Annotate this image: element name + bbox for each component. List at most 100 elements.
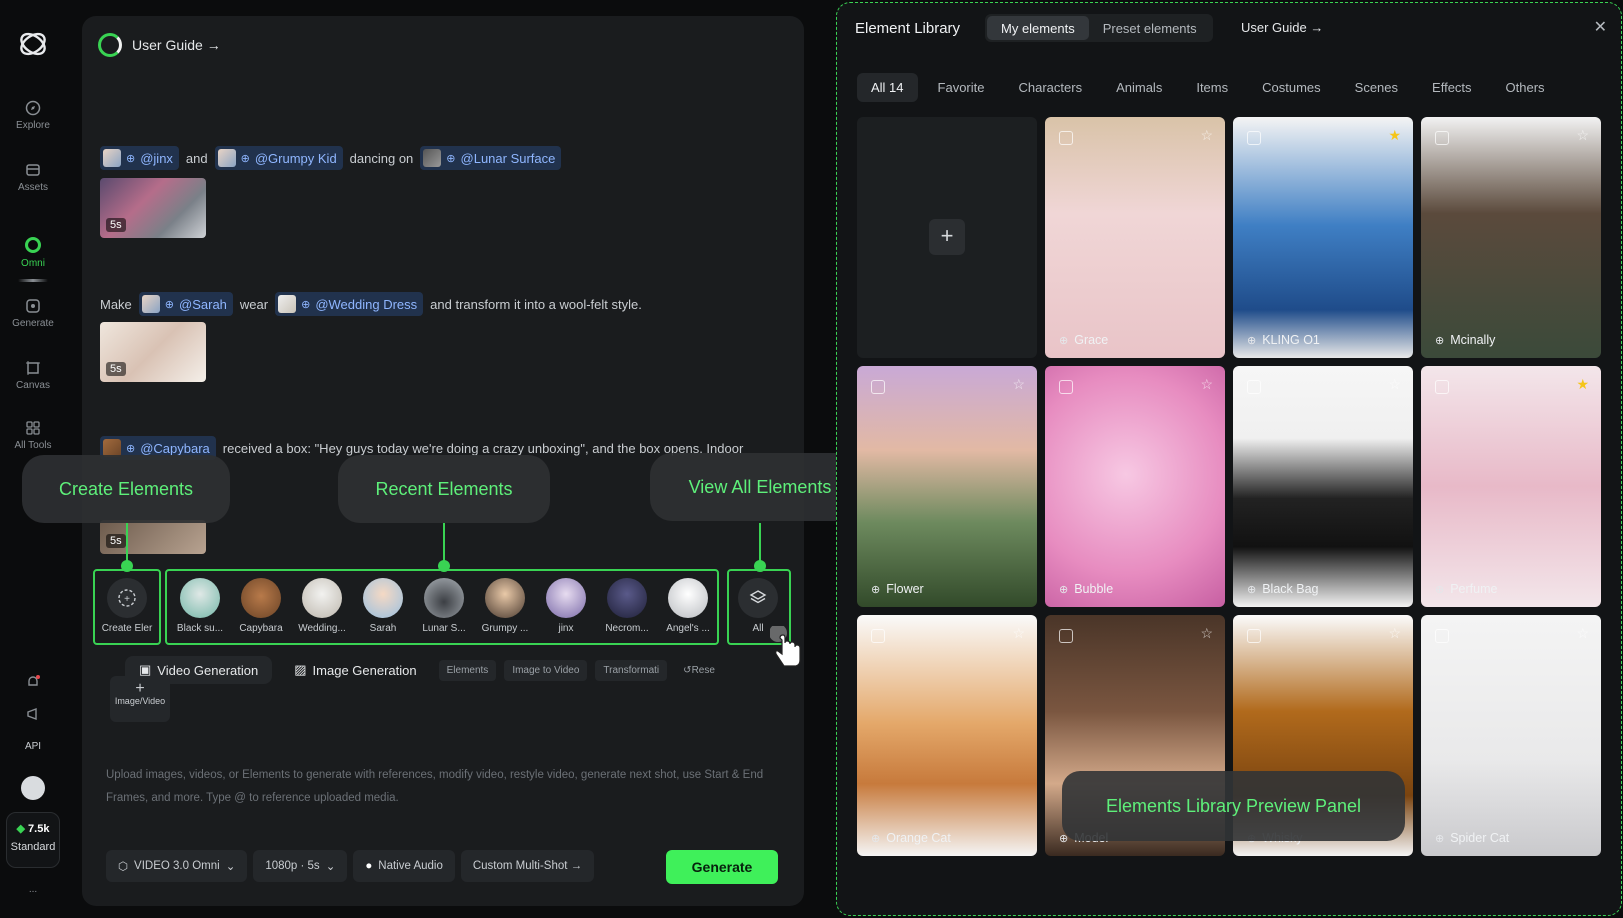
favorite-star-icon[interactable]: ☆ [1200, 625, 1213, 642]
element-card[interactable]: ☆ ⊕ Flower [857, 366, 1037, 607]
prompt-history-2[interactable]: Make ⊕ @Sarah wear ⊕ @Wedding Dress and tr… [100, 292, 642, 316]
filter-tab[interactable]: Favorite [924, 73, 999, 102]
recent-element-item[interactable]: Angel's ... [660, 578, 716, 634]
duration-badge: 5s [106, 534, 126, 548]
element-card[interactable]: ☆ ⊕ Bubble [1045, 366, 1225, 607]
select-checkbox[interactable] [871, 380, 885, 394]
strip-label: Black su... [176, 623, 224, 634]
element-chip-lunar-surface[interactable]: ⊕ @Lunar Surface [420, 146, 562, 170]
select-checkbox[interactable] [1247, 131, 1261, 145]
select-checkbox[interactable] [1435, 629, 1449, 643]
native-audio-toggle[interactable]: ● Native Audio [353, 850, 455, 882]
favorite-star-icon[interactable]: ☆ [1576, 127, 1589, 144]
select-checkbox[interactable] [1247, 629, 1261, 643]
select-checkbox[interactable] [1435, 380, 1449, 394]
element-card-label: Flower [886, 582, 924, 596]
model-select[interactable]: ⬡ VIDEO 3.0 Omni ⌄ [106, 850, 248, 882]
filter-tab[interactable]: Costumes [1248, 73, 1335, 102]
strip-label: Necrom... [605, 623, 649, 634]
prompt-input[interactable]: Upload images, videos, or Elements to ge… [106, 764, 766, 810]
nav-item-explore[interactable]: Explore [0, 100, 66, 131]
strip-label: Lunar S... [422, 623, 466, 634]
recent-element-item[interactable]: Necrom... [599, 578, 655, 634]
select-checkbox[interactable] [1247, 380, 1261, 394]
plus-icon[interactable]: + [929, 219, 965, 255]
nav-item-canvas[interactable]: Canvas [0, 360, 66, 391]
filter-tab[interactable]: Effects [1418, 73, 1486, 102]
nav-item-omni[interactable]: Omni [0, 236, 66, 269]
announcement-button[interactable] [0, 706, 66, 726]
element-chip-grumpy-kid[interactable]: ⊕ @Grumpy Kid [214, 146, 343, 170]
filter-tab[interactable]: Animals [1102, 73, 1176, 102]
mode-transformation[interactable]: Transformati [595, 659, 668, 681]
create-element-button[interactable]: + Create Eler [99, 578, 155, 634]
favorite-star-icon[interactable]: ★ [1576, 376, 1589, 393]
filter-tab[interactable]: Items [1182, 73, 1242, 102]
element-chip-wedding-dress[interactable]: ⊕ @Wedding Dress [275, 292, 424, 316]
favorite-star-icon[interactable]: ☆ [1012, 376, 1025, 393]
element-chip-sarah[interactable]: ⊕ @Sarah [138, 292, 233, 316]
nav-item-all-tools[interactable]: All Tools [0, 420, 66, 451]
element-card[interactable]: ★ ⊕ KLING O1 [1233, 117, 1413, 358]
select-checkbox[interactable] [1435, 131, 1449, 145]
notification-button[interactable] [0, 674, 66, 694]
result-video-thumbnail-2[interactable]: 5s [100, 322, 206, 382]
element-card[interactable]: ☆ ⊕ Grace [1045, 117, 1225, 358]
user-guide-link[interactable]: User Guide → [98, 33, 221, 57]
favorite-star-icon[interactable]: ☆ [1200, 376, 1213, 393]
tab-my-elements[interactable]: My elements [987, 16, 1089, 40]
element-card[interactable]: ☆ ⊕ Orange Cat [857, 615, 1037, 856]
tab-preset-elements[interactable]: Preset elements [1089, 16, 1211, 40]
omni-ring-icon [25, 237, 41, 253]
custom-multishot-button[interactable]: Custom Multi-Shot → [460, 850, 595, 882]
upload-media-button[interactable]: + Image/Video [110, 676, 170, 722]
element-card[interactable]: ★ ⊕ Perfume [1421, 366, 1601, 607]
element-card[interactable]: ☆ ⊕ Spider Cat [1421, 615, 1601, 856]
mode-image-to-video[interactable]: Image to Video [504, 659, 588, 681]
recent-element-item[interactable]: Lunar S... [416, 578, 472, 634]
generate-button[interactable]: Generate [666, 850, 778, 884]
recent-element-item[interactable]: Grumpy ... [477, 578, 533, 634]
user-avatar[interactable] [21, 776, 45, 800]
result-video-thumbnail-1[interactable]: 5s [100, 178, 206, 238]
favorite-star-icon[interactable]: ☆ [1200, 127, 1213, 144]
nav-item-assets[interactable]: Assets [0, 162, 66, 193]
filter-tab[interactable]: Characters [1005, 73, 1097, 102]
element-card[interactable]: ☆ ⊕ Black Bag [1233, 366, 1413, 607]
app-logo-icon[interactable] [17, 28, 49, 60]
nav-label: Explore [16, 120, 50, 131]
filter-tab[interactable]: All 14 [857, 73, 918, 102]
favorite-star-icon[interactable]: ★ [1388, 127, 1401, 144]
select-checkbox[interactable] [1059, 629, 1073, 643]
credits-badge[interactable]: ◆ 7.5k Standard [6, 812, 60, 868]
mode-elements[interactable]: Elements [438, 659, 497, 681]
reset-button[interactable]: ↺Rese [675, 660, 723, 681]
element-card[interactable]: ☆ ⊕ Mcinally [1421, 117, 1601, 358]
recent-element-item[interactable]: Capybara [233, 578, 289, 634]
prompt-history-1[interactable]: ⊕ @jinx and ⊕ @Grumpy Kid dancing on ⊕ @Lun… [100, 146, 562, 170]
resolution-duration-select[interactable]: 1080p · 5s ⌄ [253, 850, 348, 882]
recent-element-item[interactable]: Black su... [172, 578, 228, 634]
recent-element-item[interactable]: Sarah [355, 578, 411, 634]
api-link[interactable]: API [0, 741, 66, 752]
add-element-card[interactable]: + [857, 117, 1037, 358]
recent-element-item[interactable]: Wedding... [294, 578, 350, 634]
select-checkbox[interactable] [871, 629, 885, 643]
library-user-guide-link[interactable]: User Guide → [1241, 20, 1323, 35]
close-icon[interactable]: ✕ [1594, 17, 1607, 37]
favorite-star-icon[interactable]: ☆ [1576, 625, 1589, 642]
recent-element-item[interactable]: jinx [538, 578, 594, 634]
favorite-star-icon[interactable]: ☆ [1012, 625, 1025, 642]
result-video-thumbnail-3[interactable]: 5s [100, 520, 206, 554]
tab-image-generation[interactable]: ▨ Image Generation [280, 656, 430, 684]
filter-tab[interactable]: Others [1492, 73, 1559, 102]
nav-item-generate[interactable]: Generate [0, 298, 66, 329]
filter-tab[interactable]: Scenes [1341, 73, 1412, 102]
element-chip-jinx[interactable]: ⊕ @jinx [100, 146, 179, 170]
select-checkbox[interactable] [1059, 380, 1073, 394]
favorite-star-icon[interactable]: ☆ [1388, 625, 1401, 642]
more-menu[interactable]: ... [0, 884, 66, 895]
upload-label: Image/Video [114, 696, 166, 706]
favorite-star-icon[interactable]: ☆ [1388, 376, 1401, 393]
select-checkbox[interactable] [1059, 131, 1073, 145]
